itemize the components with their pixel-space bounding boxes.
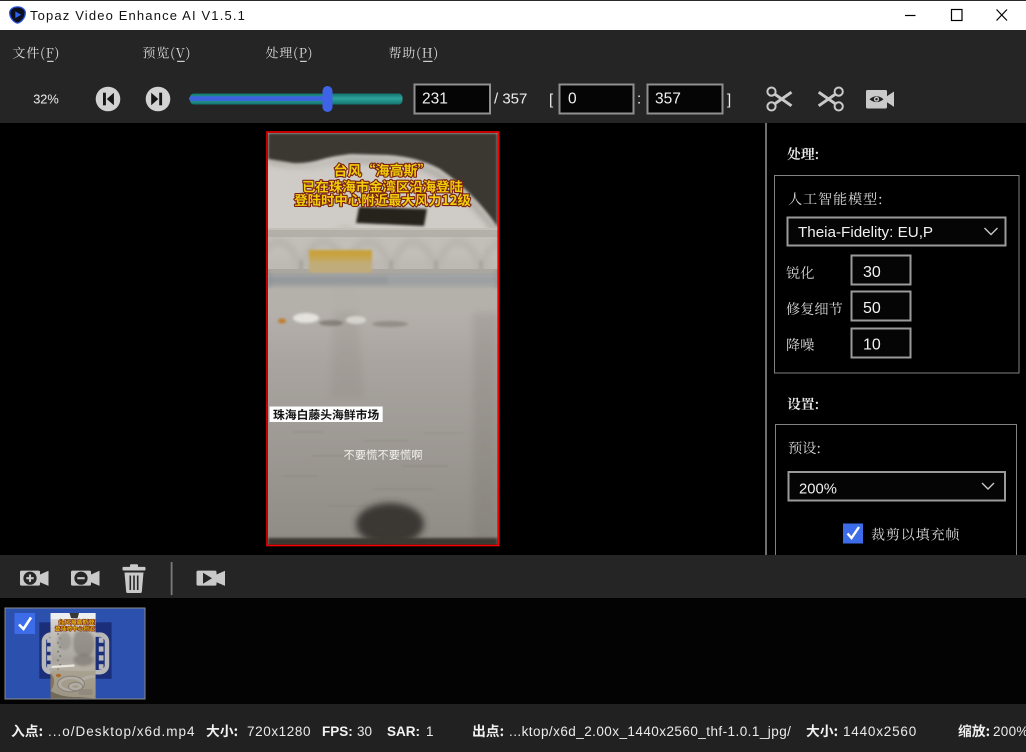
- svg-text:200%: 200%: [993, 724, 1026, 739]
- svg-text:231: 231: [422, 91, 448, 108]
- svg-text:357: 357: [655, 91, 681, 108]
- svg-text:]: ]: [727, 92, 731, 109]
- svg-text:30: 30: [357, 724, 372, 739]
- svg-text:720x1280: 720x1280: [247, 724, 311, 739]
- svg-text:10: 10: [863, 337, 881, 354]
- svg-text:50: 50: [863, 300, 881, 317]
- svg-text:Theia-Fidelity: EU,P: Theia-Fidelity: EU,P: [798, 224, 933, 241]
- svg-text:SAR:: SAR:: [387, 724, 420, 739]
- svg-text:30: 30: [863, 264, 881, 281]
- svg-text:1440x2560: 1440x2560: [843, 724, 917, 739]
- svg-text:0: 0: [568, 91, 577, 108]
- svg-text:FPS:: FPS:: [322, 724, 353, 739]
- svg-text::: :: [637, 91, 641, 108]
- svg-text:200%: 200%: [799, 482, 837, 498]
- svg-text:...ktop/x6d_2.00x_1440x2560_th: ...ktop/x6d_2.00x_1440x2560_thf-1.0.1_jp…: [509, 724, 791, 739]
- svg-text:/ 357: / 357: [494, 91, 527, 108]
- svg-text:...o/Desktop/x6d.mp4: ...o/Desktop/x6d.mp4: [48, 724, 196, 739]
- svg-text:32%: 32%: [33, 92, 59, 107]
- svg-text:Topaz Video Enhance AI V1.5.1: Topaz Video Enhance AI V1.5.1: [30, 8, 246, 23]
- svg-text:1: 1: [426, 724, 434, 739]
